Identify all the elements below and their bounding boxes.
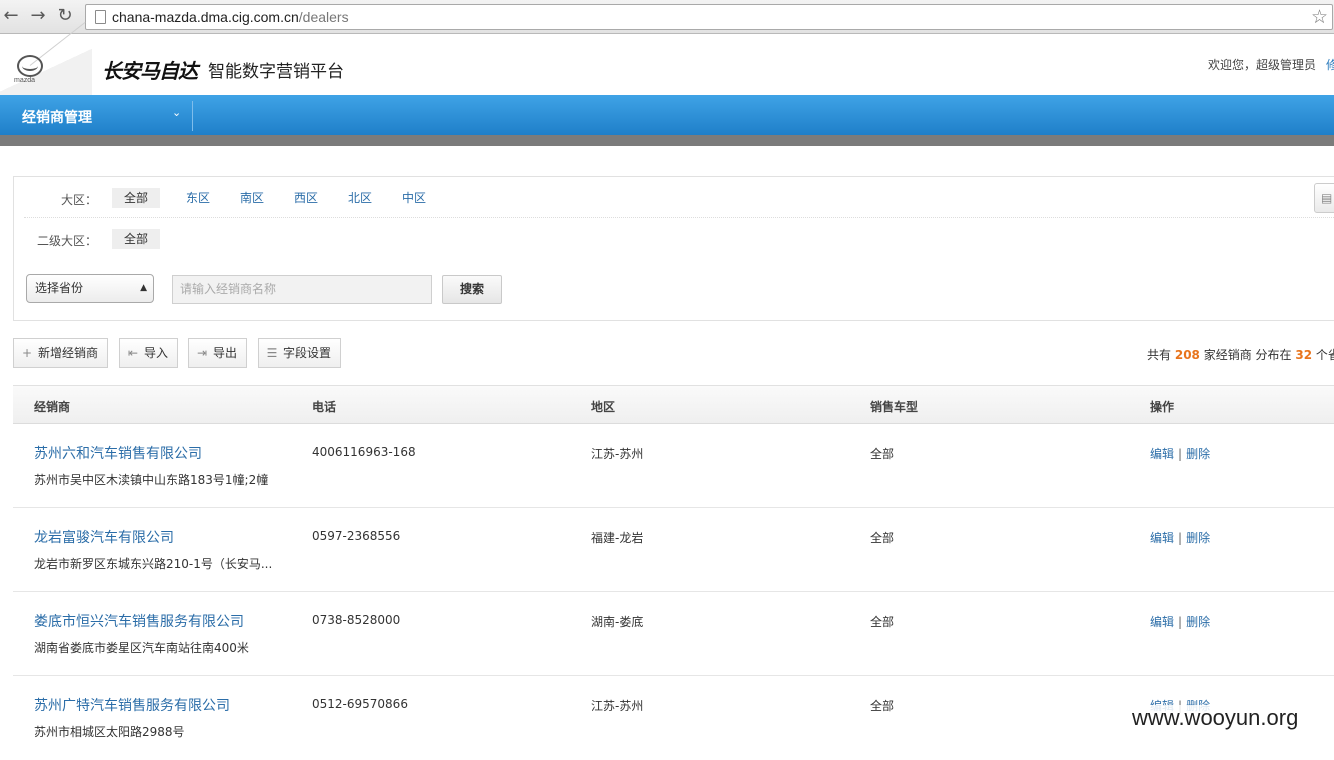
import-icon: ⇤ xyxy=(127,346,139,360)
dealer-models: 全部 xyxy=(870,699,895,713)
export-button[interactable]: ⇥ 导出 xyxy=(188,338,248,368)
row-actions: 编辑|删除 xyxy=(1150,615,1211,629)
dealer-region: 福建-龙岩 xyxy=(591,531,644,545)
welcome-text: 欢迎您，超级管理员修 xyxy=(1208,56,1334,73)
dealer-address: 苏州市相城区太阳路2988号 xyxy=(34,725,185,739)
dealer-address: 苏州市吴中区木渎镇中山东路183号1幢;2幢 xyxy=(34,473,269,487)
dealer-region: 江苏-苏州 xyxy=(591,447,644,461)
sitemap-icon[interactable]: ▤ xyxy=(1314,183,1334,213)
dealer-count: 208 xyxy=(1174,348,1200,362)
plus-icon: + xyxy=(21,346,33,360)
row-actions: 编辑|删除 xyxy=(1150,447,1211,461)
forward-icon[interactable]: → xyxy=(27,5,49,27)
dealer-search-input[interactable]: 请输入经销商名称 xyxy=(172,275,432,304)
dealer-phone: 0738-8528000 xyxy=(312,613,401,627)
dealer-region: 湖南-娄底 xyxy=(591,615,644,629)
filter-panel: 大区： 全部 东区 南区 西区 北区 中区 二级大区： 全部 选择省份 ▲ 请输… xyxy=(13,176,1334,321)
delete-link[interactable]: 删除 xyxy=(1186,615,1210,629)
dealer-region: 江苏-苏州 xyxy=(591,699,644,713)
dealer-models: 全部 xyxy=(870,447,895,461)
region-north[interactable]: 北区 xyxy=(336,188,384,208)
reload-icon[interactable]: ↻ xyxy=(54,5,76,27)
province-count: 32 xyxy=(1295,348,1313,362)
subregion-label: 二级大区： xyxy=(37,234,98,248)
region-east[interactable]: 东区 xyxy=(174,188,222,208)
delete-link[interactable]: 删除 xyxy=(1186,447,1210,461)
logo-word: mazda xyxy=(14,77,36,84)
table-row: 苏州六和汽车销售有限公司 苏州市吴中区木渎镇中山东路183号1幢;2幢 4006… xyxy=(13,424,1334,508)
logo-area: mazda xyxy=(0,22,92,95)
dealer-phone: 4006116963-168 xyxy=(312,445,416,459)
dealer-phone: 0512-69570866 xyxy=(312,697,408,711)
nav-shadow-band xyxy=(0,135,1334,146)
region-label: 大区： xyxy=(61,193,98,207)
table-row: 龙岩富骏汽车有限公司 龙岩市新罗区东城东兴路210-1号（长安马... 0597… xyxy=(13,508,1334,592)
dealer-models: 全部 xyxy=(870,615,895,629)
back-icon[interactable]: ← xyxy=(0,5,22,27)
col-phone: 电话 xyxy=(312,400,337,414)
region-south[interactable]: 南区 xyxy=(228,188,276,208)
edit-link[interactable]: 编辑 xyxy=(1150,447,1174,461)
app-header: mazda 长安马自达 智能数字营销平台 欢迎您，超级管理员修 xyxy=(0,22,1334,95)
watermark: www.wooyun.org xyxy=(1128,705,1303,731)
address-bar[interactable]: chana-mazda.dma.cig.com.cn/dealers ☆ xyxy=(85,4,1333,30)
dealer-name-link[interactable]: 龙岩富骏汽车有限公司 xyxy=(34,527,174,547)
col-dealer: 经销商 xyxy=(34,400,71,414)
dealer-address: 湖南省娄底市娄星区汽车南站往南400米 xyxy=(34,641,249,655)
main-nav: 经销商管理 ⌄ xyxy=(0,95,1334,135)
add-dealer-button[interactable]: + 新增经销商 xyxy=(13,338,109,368)
nav-dealer-management[interactable]: 经销商管理 xyxy=(22,107,92,127)
list-icon: ☰ xyxy=(266,346,278,360)
mazda-logo-icon xyxy=(17,55,43,77)
dealer-address: 龙岩市新罗区东城东兴路210-1号（长安马... xyxy=(34,557,273,571)
edit-link[interactable]: 编辑 xyxy=(1150,615,1174,629)
dealer-phone: 0597-2368556 xyxy=(312,529,401,543)
region-central[interactable]: 中区 xyxy=(390,188,438,208)
table-row: 娄底市恒兴汽车销售服务有限公司 湖南省娄底市娄星区汽车南站往南400米 0738… xyxy=(13,592,1334,676)
edit-profile-link[interactable]: 修 xyxy=(1326,58,1334,72)
edit-link[interactable]: 编辑 xyxy=(1150,531,1174,545)
delete-link[interactable]: 删除 xyxy=(1186,531,1210,545)
page-icon xyxy=(95,10,106,24)
region-west[interactable]: 西区 xyxy=(282,188,330,208)
chevron-down-icon[interactable]: ⌄ xyxy=(172,106,181,119)
col-region: 地区 xyxy=(591,400,616,414)
select-arrows-icon: ▲ xyxy=(140,283,147,293)
dealer-models: 全部 xyxy=(870,531,895,545)
province-select[interactable]: 选择省份 ▲ xyxy=(26,274,154,303)
export-icon: ⇥ xyxy=(196,346,208,360)
browser-toolbar: ← → ↻ chana-mazda.dma.cig.com.cn/dealers… xyxy=(0,0,1334,34)
bookmark-star-icon[interactable]: ☆ xyxy=(1311,6,1328,28)
table-header: 经销商 电话 地区 销售车型 操作 xyxy=(13,385,1334,424)
col-models: 销售车型 xyxy=(870,400,919,414)
dealer-name-link[interactable]: 苏州六和汽车销售有限公司 xyxy=(34,443,202,463)
field-settings-button[interactable]: ☰ 字段设置 xyxy=(258,338,342,368)
import-button[interactable]: ⇤ 导入 xyxy=(119,338,179,368)
region-all[interactable]: 全部 xyxy=(112,188,161,208)
subregion-all[interactable]: 全部 xyxy=(112,229,161,249)
brand-subtitle: 智能数字营销平台 xyxy=(208,62,344,82)
search-button[interactable]: 搜索 xyxy=(442,275,502,304)
dealer-summary: 共有 208 家经销商 分布在 32 个省 xyxy=(1147,348,1334,362)
url-text[interactable]: chana-mazda.dma.cig.com.cn/dealers xyxy=(112,9,349,25)
row-actions: 编辑|删除 xyxy=(1150,531,1211,545)
dealer-name-link[interactable]: 苏州广特汽车销售服务有限公司 xyxy=(34,695,230,715)
brand-name: 长安马自达 xyxy=(102,59,198,83)
dealer-name-link[interactable]: 娄底市恒兴汽车销售服务有限公司 xyxy=(34,611,244,631)
col-actions: 操作 xyxy=(1150,400,1175,414)
